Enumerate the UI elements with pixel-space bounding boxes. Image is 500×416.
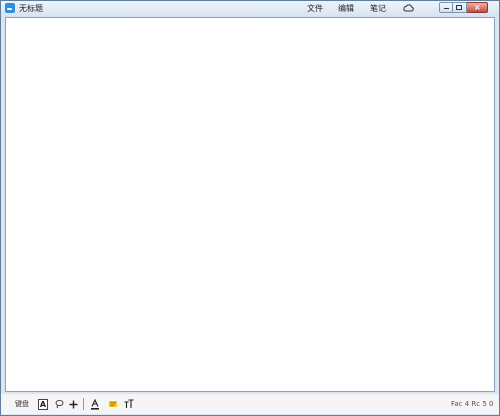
menu-notes[interactable]: 笔记 [370, 3, 386, 14]
text-size-icon[interactable] [124, 399, 134, 409]
note-canvas[interactable] [5, 17, 495, 392]
menu-file[interactable]: 文件 [307, 3, 323, 14]
menu-edit[interactable]: 编辑 [338, 3, 354, 14]
window-title: 无标题 [19, 4, 43, 13]
app-window: 无标题 文件 编辑 笔记 × 键盘 A Fac 4 Rc 5 0 [0, 0, 500, 416]
minimize-button[interactable] [439, 2, 453, 13]
bottom-toolbar: 键盘 A Fac 4 Rc 5 0 [1, 394, 499, 414]
lasso-icon[interactable] [54, 399, 64, 409]
plus-icon[interactable] [69, 400, 78, 409]
status-text: Fac 4 Rc 5 0 [451, 400, 494, 408]
minimize-icon [444, 8, 449, 9]
text-mode-button[interactable]: A [38, 398, 48, 410]
maximize-icon [456, 5, 462, 10]
text-color-icon[interactable] [90, 398, 100, 410]
toolbar-divider [83, 398, 84, 410]
app-logo-icon [5, 3, 15, 13]
keyboard-button[interactable]: 键盘 [15, 399, 29, 409]
close-button[interactable]: × [467, 2, 488, 13]
cloud-icon[interactable] [403, 4, 414, 12]
title-bar: 无标题 文件 编辑 笔记 × [1, 1, 499, 17]
window-controls: × [439, 2, 488, 14]
highlighter-icon[interactable] [108, 399, 118, 409]
close-icon: × [474, 3, 481, 12]
maximize-button[interactable] [453, 2, 467, 13]
